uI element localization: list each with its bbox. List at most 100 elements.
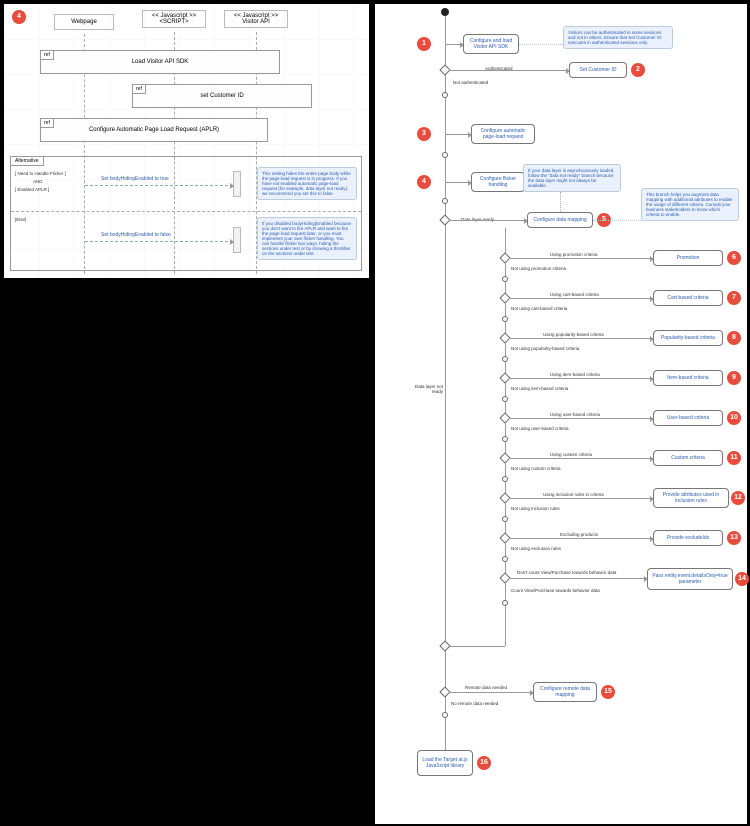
ref-configure-aplr-label: Configure Automatic Page Load Request (A… <box>41 127 267 133</box>
node-load-atjs[interactable]: Load the Target at.js JavaScript library <box>417 750 473 776</box>
edge-13-yes: Excluding products <box>560 532 598 537</box>
node-promotion[interactable]: Promotion <box>653 250 723 266</box>
badge-6: 6 <box>727 251 741 265</box>
note-body-hiding-false: If you disabled bodyHiding(Enabled becau… <box>257 217 357 260</box>
label-data-not-ready: Data layer not ready <box>407 384 443 394</box>
badge-16: 16 <box>477 756 491 770</box>
msg-set-true-label: Set bodyHidingEnabled to true <box>101 176 169 182</box>
edge-11-no: Not using custom criteria <box>511 466 561 471</box>
badge-4-left: 4 <box>12 10 26 24</box>
ref-load-sdk-label: Load Visitor API SDK <box>41 59 279 65</box>
sequence-diagram-panel: 4 Webpage << Javascript >> <SCRIPT> << J… <box>4 4 369 278</box>
main-flowline <box>445 12 446 770</box>
edge-12-no: Not using inclusion rules <box>511 506 560 511</box>
ref-load-sdk: ref Load Visitor API SDK <box>40 50 280 74</box>
merge-15 <box>442 712 448 718</box>
alt-cond3: [ Enabled APLR ] <box>15 187 49 192</box>
edge-11 <box>509 458 653 459</box>
node-popularity-based[interactable]: Popularity-based criteria <box>653 330 723 346</box>
label-not-auth: Not authenticated <box>453 80 488 85</box>
merge-8 <box>502 356 508 362</box>
edge-to-2 <box>449 70 569 71</box>
edge-8-yes: Using popularity-based criteria <box>543 332 604 337</box>
merge-9 <box>502 396 508 402</box>
exec-bar-2 <box>233 227 241 253</box>
edge-7-yes: Using cart-based criteria <box>550 292 599 297</box>
edge-9-no: Not using item-based criteria <box>511 386 568 391</box>
badge-7: 7 <box>727 291 741 305</box>
badge-15: 15 <box>601 685 615 699</box>
edge-6-yes: Using promotion criteria <box>550 252 598 257</box>
msg-set-false-label: Set bodyHidingEnabled to false <box>101 232 171 238</box>
edge-11-yes: Using custom criteria <box>550 452 592 457</box>
badge-13: 13 <box>727 531 741 545</box>
dot-after-4 <box>442 198 448 204</box>
badge-2: 2 <box>631 63 645 77</box>
badge-11: 11 <box>727 451 741 465</box>
col-visitor-api: << Javascript >> Visitor API <box>224 10 288 28</box>
edge-14 <box>509 578 647 579</box>
note1-connector <box>519 44 563 45</box>
edge-15-yes: Remote data needed <box>465 685 507 690</box>
note-augment-mapping: This branch helps you augment data mappi… <box>641 188 739 221</box>
node-exclude-ids[interactable]: Provide excludeIds <box>653 530 723 546</box>
node-inclusion-rules[interactable]: Provide attributes used in inclusion rul… <box>653 488 729 508</box>
merge-12 <box>502 516 508 522</box>
edge-9 <box>509 378 653 379</box>
note-body-hiding-true: This setting hides the entire page body … <box>257 167 357 200</box>
col-webpage: Webpage <box>54 14 114 30</box>
edge-to-5 <box>449 220 527 221</box>
node-custom-criteria[interactable]: Custom criteria <box>653 450 723 466</box>
ref-configure-aplr: ref Configure Automatic Page Load Reques… <box>40 118 268 142</box>
edge-7-no: Not using cart-based criteria <box>511 306 567 311</box>
node-configure-data-mapping[interactable]: Configure data mapping <box>527 212 593 228</box>
badge-3: 3 <box>417 127 431 141</box>
rejoin-h <box>445 646 505 647</box>
node-configure-flicker[interactable]: Configure flicker handling <box>471 172 525 192</box>
node-item-based[interactable]: Item-based criteria <box>653 370 723 386</box>
msg-set-true <box>85 185 233 186</box>
edge-12 <box>509 498 653 499</box>
node-set-customer-id[interactable]: Set Customer ID <box>569 62 627 78</box>
edge-to-15 <box>449 692 533 693</box>
node-configure-visitor-api[interactable]: Configure and load Visitor API SDK <box>463 34 519 54</box>
edge-to-4 <box>445 182 471 183</box>
edge-to-1 <box>445 44 463 45</box>
msg-set-false <box>85 241 233 242</box>
edge-10-yes: Using user-based criteria <box>550 412 600 417</box>
rejoin-v <box>505 604 506 646</box>
node-user-based[interactable]: User-based criteria <box>653 410 723 426</box>
node-remote-data-mapping[interactable]: Configure remote data mapping <box>533 682 597 702</box>
edge-15-no: No remote data needed <box>451 701 498 706</box>
merge-11 <box>502 476 508 482</box>
badge-14: 14 <box>735 572 749 586</box>
node-configure-aplr[interactable]: Configure automatic page-load request <box>471 124 535 144</box>
edge-10 <box>509 418 653 419</box>
node-cart-based[interactable]: Cart-based criteria <box>653 290 723 306</box>
node-details-only[interactable]: Pass entity.event.detailsOnly=true param… <box>647 568 733 590</box>
exec-bar-1 <box>233 171 241 197</box>
alt-cond1: [ Need to Handle Flicker ] <box>15 171 66 176</box>
merge-13 <box>502 556 508 562</box>
merge-10 <box>502 436 508 442</box>
alt-else: [Else] <box>15 217 26 222</box>
edge-8-no: Not using popularity-based criteria <box>511 346 579 351</box>
edge-12-yes: Using inclusion rules in criteria <box>543 492 604 497</box>
note5-left-connector <box>560 192 561 212</box>
start-node <box>441 8 449 16</box>
edge-13 <box>509 538 653 539</box>
edge-6-no: Not using promotion criteria <box>511 266 566 271</box>
alt-cond2: AND <box>33 179 43 184</box>
alt-tab: Alternative <box>10 156 44 166</box>
edge-6 <box>509 258 653 259</box>
col-script: << Javascript >> <SCRIPT> <box>142 10 206 28</box>
merge-after-auth <box>442 92 448 98</box>
alt-divider <box>11 211 361 212</box>
merge-data-layer <box>439 640 450 651</box>
edge-9-yes: Using item-based criteria <box>550 372 600 377</box>
edge-to-3 <box>445 134 471 135</box>
flow-diagram-panel: Configure and load Visitor API SDK 1 Vis… <box>375 4 747 824</box>
note-async-data-layer: If your data layer is asynchronously loa… <box>523 164 621 192</box>
dot-after-3 <box>442 152 448 158</box>
edge-10-no: Not using user-based criteria <box>511 426 569 431</box>
